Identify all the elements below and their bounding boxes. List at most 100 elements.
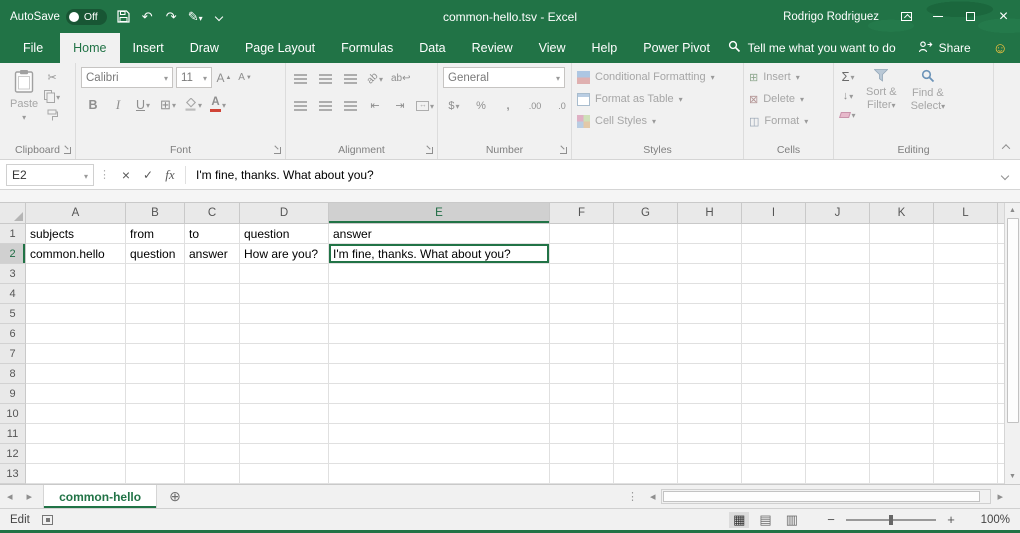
cell-E12[interactable]: [329, 444, 550, 464]
collapse-ribbon-icon[interactable]: [999, 141, 1013, 153]
cell-G7[interactable]: [614, 344, 678, 364]
fill-color-button[interactable]: [184, 95, 202, 114]
undo-icon[interactable]: ↶: [140, 6, 155, 28]
tell-me-box[interactable]: Tell me what you want to do: [728, 40, 896, 56]
cell-H5[interactable]: [678, 304, 742, 324]
decrease-decimal-button[interactable]: .0: [553, 96, 571, 115]
feedback-smiley-icon[interactable]: ☺: [993, 40, 1008, 57]
cell-E6[interactable]: [329, 324, 550, 344]
cell-H10[interactable]: [678, 404, 742, 424]
cell-B1[interactable]: from: [126, 224, 185, 244]
cell-H4[interactable]: [678, 284, 742, 304]
cell-B3[interactable]: [126, 264, 185, 284]
column-header-H[interactable]: H: [678, 203, 742, 223]
wrap-text-button[interactable]: ab↩: [391, 69, 411, 88]
cell-L12[interactable]: [934, 444, 998, 464]
cell-L3[interactable]: [934, 264, 998, 284]
page-layout-view-icon[interactable]: ▤: [755, 512, 775, 528]
cell-C2[interactable]: answer: [185, 244, 240, 264]
cell-E2[interactable]: I'm fine, thanks. What about you?: [329, 244, 550, 264]
fill-button[interactable]: ↓: [839, 86, 857, 105]
cell-B12[interactable]: [126, 444, 185, 464]
cut-icon[interactable]: ✂: [43, 68, 61, 87]
cell-J3[interactable]: [806, 264, 870, 284]
cell-K2[interactable]: [870, 244, 934, 264]
cell-H11[interactable]: [678, 424, 742, 444]
cell-K12[interactable]: [870, 444, 934, 464]
decrease-indent-icon[interactable]: ⇤: [366, 96, 384, 115]
cell-F9[interactable]: [550, 384, 614, 404]
cell-F1[interactable]: [550, 224, 614, 244]
cell-J8[interactable]: [806, 364, 870, 384]
cell-H13[interactable]: [678, 464, 742, 484]
share-button[interactable]: Share: [918, 40, 971, 56]
cell-I6[interactable]: [742, 324, 806, 344]
cell-C8[interactable]: [185, 364, 240, 384]
cell-L1[interactable]: [934, 224, 998, 244]
cell-B10[interactable]: [126, 404, 185, 424]
cell-B8[interactable]: [126, 364, 185, 384]
cell-H12[interactable]: [678, 444, 742, 464]
cell-C7[interactable]: [185, 344, 240, 364]
format-as-table-button[interactable]: Format as Table: [577, 88, 738, 110]
tab-page-layout[interactable]: Page Layout: [232, 33, 328, 63]
hscroll-right-arrow-icon[interactable]: ▸: [994, 490, 1006, 503]
sheet-nav-left-icon[interactable]: ◂: [0, 490, 20, 503]
cell-D1[interactable]: question: [240, 224, 329, 244]
increase-decimal-button[interactable]: .00: [526, 96, 544, 115]
cell-H2[interactable]: [678, 244, 742, 264]
cell-C10[interactable]: [185, 404, 240, 424]
tab-help[interactable]: Help: [579, 33, 631, 63]
cell-G4[interactable]: [614, 284, 678, 304]
scroll-down-arrow-icon[interactable]: ▼: [1005, 469, 1020, 484]
cell-J5[interactable]: [806, 304, 870, 324]
cell-B11[interactable]: [126, 424, 185, 444]
cell-E3[interactable]: [329, 264, 550, 284]
conditional-formatting-button[interactable]: Conditional Formatting: [577, 66, 738, 88]
account-user-name[interactable]: Rodrigo Rodriguez: [783, 11, 879, 23]
row-header-3[interactable]: 3: [0, 264, 26, 284]
cell-H6[interactable]: [678, 324, 742, 344]
cell-B6[interactable]: [126, 324, 185, 344]
cell-H9[interactable]: [678, 384, 742, 404]
cell-D3[interactable]: [240, 264, 329, 284]
cell-E1[interactable]: answer: [329, 224, 550, 244]
cell-I7[interactable]: [742, 344, 806, 364]
format-cells-button[interactable]: ◫ Format: [749, 110, 828, 132]
cell-K6[interactable]: [870, 324, 934, 344]
row-header-13[interactable]: 13: [0, 464, 26, 484]
column-header-G[interactable]: G: [614, 203, 678, 223]
cell-A7[interactable]: [26, 344, 126, 364]
zoom-slider[interactable]: [846, 519, 936, 521]
cell-I10[interactable]: [742, 404, 806, 424]
cell-K13[interactable]: [870, 464, 934, 484]
column-header-I[interactable]: I: [742, 203, 806, 223]
cell-L9[interactable]: [934, 384, 998, 404]
insert-function-button[interactable]: fx: [159, 164, 181, 186]
cell-I4[interactable]: [742, 284, 806, 304]
cell-I8[interactable]: [742, 364, 806, 384]
cell-D7[interactable]: [240, 344, 329, 364]
cell-F6[interactable]: [550, 324, 614, 344]
ribbon-display-options-icon[interactable]: [891, 0, 921, 33]
horizontal-scroll-thumb[interactable]: [663, 491, 979, 502]
tab-draw[interactable]: Draw: [177, 33, 232, 63]
clear-button[interactable]: [839, 105, 857, 124]
cell-G12[interactable]: [614, 444, 678, 464]
percent-format-button[interactable]: %: [472, 96, 490, 115]
cell-B9[interactable]: [126, 384, 185, 404]
cell-H1[interactable]: [678, 224, 742, 244]
column-header-D[interactable]: D: [240, 203, 329, 223]
tab-home[interactable]: Home: [60, 33, 119, 63]
cell-F3[interactable]: [550, 264, 614, 284]
alignment-dialog-launcher[interactable]: [425, 146, 434, 155]
cell-C6[interactable]: [185, 324, 240, 344]
cell-J11[interactable]: [806, 424, 870, 444]
align-top-icon[interactable]: [291, 69, 309, 88]
cell-E7[interactable]: [329, 344, 550, 364]
cell-H7[interactable]: [678, 344, 742, 364]
currency-format-button[interactable]: $: [445, 96, 463, 115]
cell-C9[interactable]: [185, 384, 240, 404]
hscroll-left-arrow-icon[interactable]: ◂: [647, 490, 659, 503]
cell-J6[interactable]: [806, 324, 870, 344]
